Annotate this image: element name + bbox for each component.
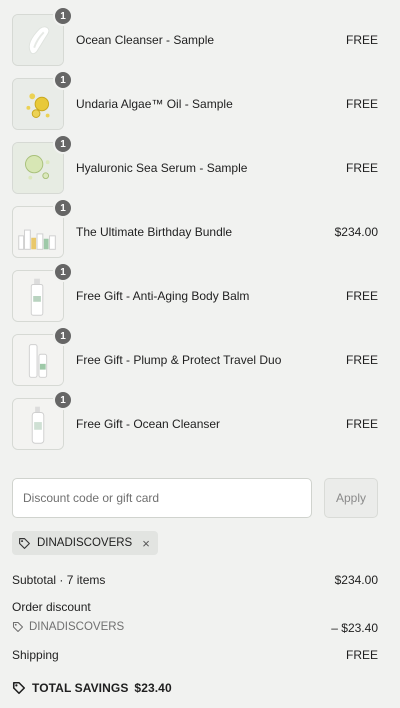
total-savings-value: $23.40 <box>134 681 172 695</box>
item-name: Free Gift - Plump & Protect Travel Duo <box>76 353 282 367</box>
remove-discount-icon[interactable]: × <box>142 537 150 550</box>
list-item: 1 Ocean Cleanser - Sample FREE <box>12 6 378 66</box>
item-price: FREE <box>345 353 378 367</box>
shipping-value: FREE <box>345 648 378 662</box>
order-discount-label: Order discount <box>12 600 91 614</box>
list-item: 1 Free Gift - Ocean Cleanser FREE <box>12 390 378 450</box>
list-item: 1 Undaria Algae™ Oil - Sample FREE <box>12 70 378 130</box>
applied-discount-code: DINADISCOVERS <box>37 537 133 549</box>
shipping-row: Shipping FREE <box>12 648 378 662</box>
quantity-badge: 1 <box>53 326 73 346</box>
shipping-label: Shipping <box>12 648 59 662</box>
item-price: FREE <box>345 289 378 303</box>
item-name: Undaria Algae™ Oil - Sample <box>76 97 233 111</box>
list-item: 1 The Ultimate Birthday Bundle $234.00 <box>12 198 378 258</box>
discount-value: – $23.40 <box>331 621 378 635</box>
quantity-badge: 1 <box>53 390 73 410</box>
item-name: Ocean Cleanser - Sample <box>76 33 215 47</box>
list-item: 1 Free Gift - Plump & Protect Travel Duo… <box>12 326 378 386</box>
quantity-badge: 1 <box>53 134 73 154</box>
item-price: FREE <box>345 97 378 111</box>
item-name: The Ultimate Birthday Bundle <box>76 225 233 239</box>
item-name: Free Gift - Ocean Cleanser <box>76 417 221 431</box>
subtotal-value: $234.00 <box>334 573 378 587</box>
list-item: 1 Hyaluronic Sea Serum - Sample FREE <box>12 134 378 194</box>
quantity-badge: 1 <box>53 6 73 26</box>
item-price: FREE <box>345 417 378 431</box>
subtotal-row: Subtotal · 7 items $234.00 <box>12 573 378 587</box>
order-discount-code-row: DINADISCOVERS – $23.40 <box>12 621 378 635</box>
item-name: Free Gift - Anti-Aging Body Balm <box>76 289 250 303</box>
item-price: FREE <box>345 161 378 175</box>
applied-discount-chip: DINADISCOVERS × <box>12 531 158 555</box>
discount-code-line: DINADISCOVERS <box>12 621 378 633</box>
subtotal-label: Subtotal · 7 items <box>12 573 106 587</box>
tag-icon <box>19 537 30 549</box>
item-price: FREE <box>345 33 378 47</box>
discount-form: Apply <box>12 478 378 518</box>
total-savings: TOTAL SAVINGS $23.40 <box>12 681 172 695</box>
apply-button[interactable]: Apply <box>324 478 378 518</box>
item-price: $234.00 <box>334 225 378 239</box>
discount-code-text: DINADISCOVERS <box>29 621 125 633</box>
quantity-badge: 1 <box>53 262 73 282</box>
quantity-badge: 1 <box>53 198 73 218</box>
order-discount-row: Order discount <box>12 600 378 614</box>
tag-icon <box>12 621 24 633</box>
total-savings-label: TOTAL SAVINGS <box>32 681 129 695</box>
item-name: Hyaluronic Sea Serum - Sample <box>76 161 248 175</box>
savings-tag-icon <box>12 681 26 695</box>
quantity-badge: 1 <box>53 70 73 90</box>
discount-code-input[interactable] <box>12 478 312 518</box>
list-item: 1 Free Gift - Anti-Aging Body Balm FREE <box>12 262 378 322</box>
